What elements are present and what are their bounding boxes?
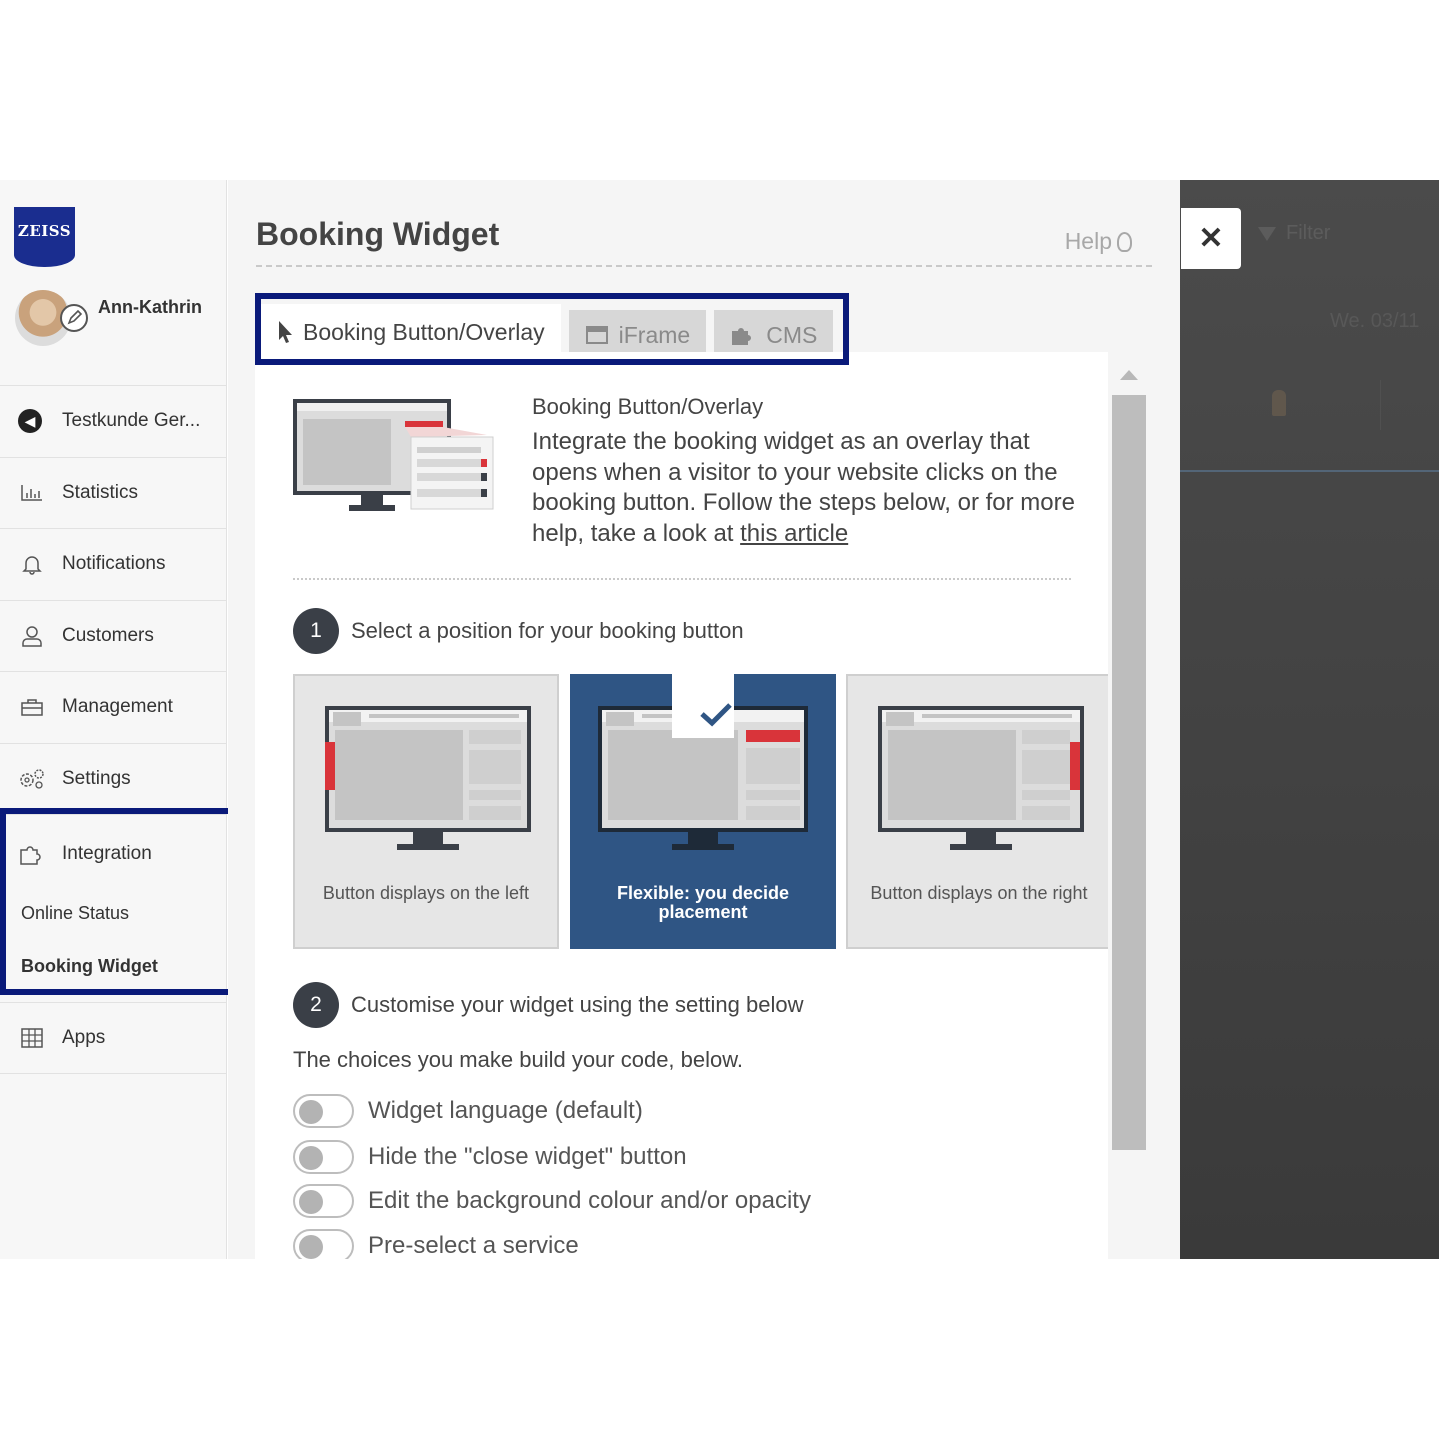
edit-profile-icon[interactable] — [60, 304, 88, 332]
puzzle-icon — [730, 323, 756, 347]
lightbulb-icon — [1117, 231, 1132, 252]
background-date: We. 03/11 — [1330, 310, 1420, 332]
sidebar-subitem-online-status[interactable]: Online Status — [18, 903, 227, 924]
toggle-knob — [299, 1100, 323, 1124]
back-arrow-icon: ◀ — [18, 409, 42, 434]
sidebar-item-management[interactable]: Management — [0, 671, 227, 743]
page-title: Booking Widget — [256, 216, 500, 252]
toggle-row-background: Edit the background colour and/or opacit… — [293, 1184, 811, 1218]
toggle-label: Pre-select a service — [368, 1232, 579, 1259]
sidebar-item-label: Integration — [62, 843, 152, 864]
overlay-illustration — [293, 399, 494, 511]
scroll-thumb[interactable] — [1112, 395, 1146, 1150]
sidebar-item-customers[interactable]: Customers — [0, 599, 227, 672]
toggle-label: Edit the background colour and/or opacit… — [368, 1187, 811, 1214]
background-gridline — [1380, 380, 1381, 430]
puzzle-icon — [18, 843, 46, 865]
step-2: 2 Customise your widget using the settin… — [293, 982, 803, 1028]
position-card-left[interactable]: Button displays on the left — [293, 674, 559, 949]
step-number: 1 — [293, 608, 339, 654]
selected-check-tab — [672, 674, 734, 738]
step-1: 1 Select a position for your booking but… — [293, 608, 744, 654]
position-card-flexible[interactable]: Flexible: you decide placement — [570, 674, 836, 949]
position-caption: Flexible: you decide placement — [616, 883, 790, 922]
step-label: Customise your widget using the setting … — [351, 992, 804, 1017]
toggle-knob — [299, 1146, 323, 1170]
filter-icon — [1258, 226, 1276, 241]
background-figure — [1272, 390, 1286, 416]
bell-icon — [18, 553, 46, 575]
gears-icon — [18, 768, 46, 790]
sidebar-item-label: Customers — [62, 624, 154, 646]
app-window: ZEISS Ann-Kathrin ◀ Testkunde Ger... Sta… — [0, 180, 1439, 1259]
sidebar-item-statistics[interactable]: Statistics — [0, 456, 227, 529]
background-divider — [1180, 470, 1439, 472]
toggle-row-hide-close: Hide the "close widget" button — [293, 1140, 687, 1174]
cursor-icon — [277, 320, 293, 344]
tab-content: Booking Button/Overlay Integrate the boo… — [255, 352, 1108, 1259]
zeiss-logo[interactable]: ZEISS — [14, 207, 75, 267]
dimmed-background — [1180, 180, 1439, 1259]
sidebar-item-label: Management — [62, 696, 173, 718]
toggle-label: Widget language (default) — [368, 1097, 643, 1124]
main-panel: Booking Widget Help Booking Button/Overl… — [228, 180, 1180, 1259]
sidebar-item-testkunde[interactable]: ◀ Testkunde Ger... — [0, 385, 227, 457]
preselect-service-toggle[interactable] — [293, 1229, 354, 1259]
monitor-right-illustration — [878, 706, 1084, 850]
sidebar-item-notifications[interactable]: Notifications — [0, 528, 227, 600]
sidebar-subitem-booking-widget[interactable]: Booking Widget — [18, 956, 227, 977]
grid-icon — [18, 1027, 46, 1049]
scroll-up-arrow-icon[interactable] — [1120, 370, 1138, 380]
hide-close-button-toggle[interactable] — [293, 1140, 354, 1174]
toggle-row-preselect-service: Pre-select a service — [293, 1229, 579, 1259]
tab-label: CMS — [766, 321, 818, 348]
step-label: Select a position for your booking butto… — [351, 618, 744, 643]
title-divider — [256, 265, 1152, 267]
tab-label: Booking Button/Overlay — [303, 318, 545, 345]
intro-text: Integrate the booking widget as an overl… — [532, 427, 1092, 549]
integration-tabs: Booking Button/Overlay iFrame CMS — [261, 298, 841, 360]
toggle-knob — [299, 1190, 323, 1214]
sidebar-nav: ◀ Testkunde Ger... Statistics Notificati… — [0, 385, 227, 1074]
widget-language-toggle[interactable] — [293, 1094, 354, 1128]
bar-chart-icon — [18, 482, 46, 504]
monitor-left-illustration — [325, 706, 531, 850]
sidebar-item-apps[interactable]: Apps — [0, 1002, 227, 1074]
sidebar-item-label: Settings — [62, 767, 131, 789]
position-caption: Button displays on the right — [870, 883, 1088, 903]
window-icon — [585, 325, 609, 345]
step-number: 2 — [293, 982, 339, 1028]
sidebar-item-label: Apps — [62, 1026, 106, 1048]
user-name: Ann-Kathrin — [98, 297, 202, 317]
sidebar-item-label: Statistics — [62, 481, 139, 503]
sidebar: ZEISS Ann-Kathrin ◀ Testkunde Ger... Sta… — [0, 180, 227, 1259]
help-link[interactable]: Help — [1065, 228, 1132, 255]
sidebar-item-integration[interactable]: Integration Online Status Booking Widget — [0, 814, 227, 1002]
intro-divider — [293, 578, 1071, 580]
background-filter: Filter — [1258, 222, 1330, 245]
sidebar-item-label: Testkunde Ger... — [62, 410, 201, 432]
checkmark-icon — [700, 703, 732, 727]
sidebar-item-settings[interactable]: Settings — [0, 742, 227, 815]
close-panel-button[interactable]: ✕ — [1181, 208, 1241, 269]
logo-text: ZEISS — [17, 222, 72, 240]
sidebar-item-label: Notifications — [62, 553, 166, 575]
help-label: Help — [1064, 228, 1112, 254]
toggle-row-widget-language: Widget language (default) — [293, 1094, 643, 1128]
code-note: The choices you make build your code, be… — [293, 1047, 744, 1072]
person-icon — [18, 625, 46, 647]
filter-label: Filter — [1286, 222, 1331, 244]
close-icon: ✕ — [1198, 222, 1224, 255]
article-link[interactable]: this article — [740, 520, 848, 547]
content-scrollbar[interactable] — [1110, 362, 1148, 1259]
position-card-right[interactable]: Button displays on the right — [846, 674, 1108, 949]
briefcase-icon — [18, 696, 46, 718]
toggle-label: Hide the "close widget" button — [368, 1143, 687, 1170]
intro-heading: Booking Button/Overlay — [532, 394, 764, 419]
position-caption: Button displays on the left — [322, 883, 530, 903]
background-colour-toggle[interactable] — [293, 1184, 354, 1218]
tab-label: iFrame — [618, 321, 691, 348]
toggle-knob — [299, 1235, 323, 1259]
